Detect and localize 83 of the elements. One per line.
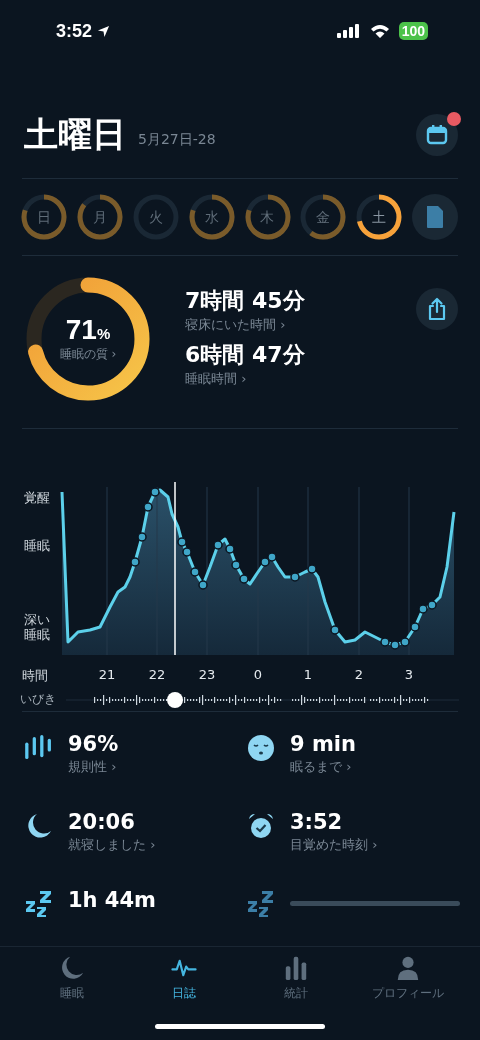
- battery-level: 100: [398, 22, 428, 41]
- hour-tick: 0: [252, 666, 264, 682]
- day-ring[interactable]: 金: [300, 193, 347, 240]
- metric-value: 7時間 45分: [185, 286, 306, 315]
- stat-value: 9 min: [290, 732, 357, 756]
- axis-label: 睡眠: [24, 537, 51, 554]
- stat-link[interactable]: 就寝しました ›: [68, 836, 246, 854]
- day-ring[interactable]: 土: [356, 193, 403, 240]
- stat-value: 3:52: [290, 810, 344, 834]
- data-point: [182, 547, 192, 557]
- location-arrow-icon: [97, 24, 111, 38]
- status-time: 3:52: [56, 20, 93, 42]
- data-point: [137, 532, 147, 542]
- hour-tick: 1: [302, 666, 314, 682]
- data-point: [225, 544, 235, 554]
- hour-tick: 3: [403, 666, 415, 682]
- data-point: [130, 557, 140, 567]
- day-ring[interactable]: 木: [244, 193, 291, 240]
- hour-tick: 23: [197, 666, 217, 682]
- data-point: [418, 604, 428, 614]
- data-point: [177, 537, 187, 547]
- stat-link[interactable]: 眠るまで ›: [290, 758, 460, 776]
- data-point: [290, 572, 300, 582]
- data-point: [260, 557, 270, 567]
- data-point: [427, 600, 437, 610]
- date-range: 5月27日-28: [138, 131, 216, 150]
- axis-label: 時間: [22, 666, 48, 685]
- wifi-icon: [369, 24, 390, 39]
- alarm-clock-icon: [246, 812, 276, 840]
- stat-value: 1h 44m: [68, 888, 157, 912]
- day-ring[interactable]: 日: [21, 193, 67, 240]
- signal-icon: [336, 24, 361, 39]
- metric-link[interactable]: 睡眠時間 ›: [185, 369, 416, 388]
- day-title: 土曜日: [24, 113, 126, 157]
- day-ring[interactable]: 水: [188, 193, 235, 240]
- hour-tick: 22: [147, 666, 167, 682]
- tab[interactable]: 日誌: [128, 947, 240, 1005]
- data-point: [239, 574, 249, 584]
- playhead-handle[interactable]: [167, 691, 183, 708]
- quality-score: 71%: [65, 314, 111, 347]
- metric-link[interactable]: 寝床にいた時間 ›: [185, 315, 416, 334]
- data-point: [150, 487, 160, 497]
- document-icon: [425, 204, 446, 229]
- calendar-button[interactable]: [416, 114, 458, 157]
- day-ring[interactable]: 月: [76, 193, 123, 240]
- tab[interactable]: 睡眠: [16, 947, 128, 1005]
- sleepy-face-icon: [246, 734, 276, 762]
- tab[interactable]: プロフィール: [352, 947, 464, 1005]
- zzz-icon: [246, 890, 276, 918]
- person-icon: [395, 955, 421, 981]
- data-point: [410, 622, 420, 632]
- snore-label: いびき: [20, 690, 56, 708]
- bar-chart-icon: [283, 955, 309, 981]
- metric-value: 6時間 47分: [185, 340, 306, 369]
- hour-tick: 21: [97, 666, 117, 682]
- stat-value: 20:06: [68, 810, 136, 834]
- data-point: [213, 540, 223, 550]
- report-button[interactable]: [412, 193, 458, 240]
- stat-link[interactable]: 規則性 ›: [68, 758, 246, 776]
- data-point: [198, 580, 208, 590]
- zzz-icon: [24, 890, 54, 918]
- axis-label: 深い睡眠: [24, 611, 51, 643]
- data-point: [190, 567, 200, 577]
- hour-tick: 2: [353, 666, 365, 682]
- data-point: [400, 637, 410, 647]
- data-point: [231, 560, 241, 570]
- stat-value: 96%: [68, 732, 120, 756]
- day-ring[interactable]: 火: [132, 193, 179, 240]
- calendar-icon: [426, 124, 448, 147]
- data-point: [267, 552, 277, 562]
- tab[interactable]: 統計: [240, 947, 352, 1005]
- moon-icon: [59, 955, 85, 981]
- stat-link[interactable]: 目覚めた時刻 ›: [290, 836, 460, 854]
- data-point: [390, 640, 400, 650]
- quality-link[interactable]: 睡眠の質 ›: [59, 346, 117, 364]
- bars-icon: [24, 734, 54, 762]
- data-point: [307, 564, 317, 574]
- data-point: [330, 625, 340, 635]
- data-point: [143, 502, 153, 512]
- data-point: [380, 637, 390, 647]
- share-button[interactable]: [416, 287, 458, 330]
- axis-label: 覚醒: [24, 489, 51, 506]
- share-icon: [426, 296, 448, 321]
